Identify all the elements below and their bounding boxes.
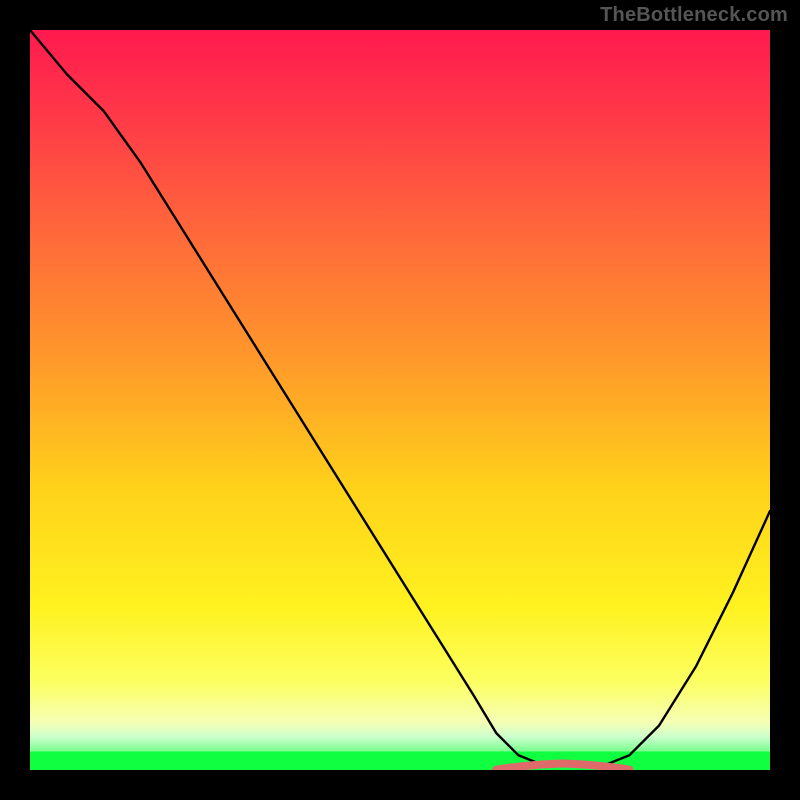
plot-area [30,30,770,770]
green-band [30,752,770,771]
chart-frame: TheBottleneck.com [0,0,800,800]
chart-svg [30,30,770,770]
watermark-text: TheBottleneck.com [600,4,788,27]
gradient-rect [30,30,770,770]
